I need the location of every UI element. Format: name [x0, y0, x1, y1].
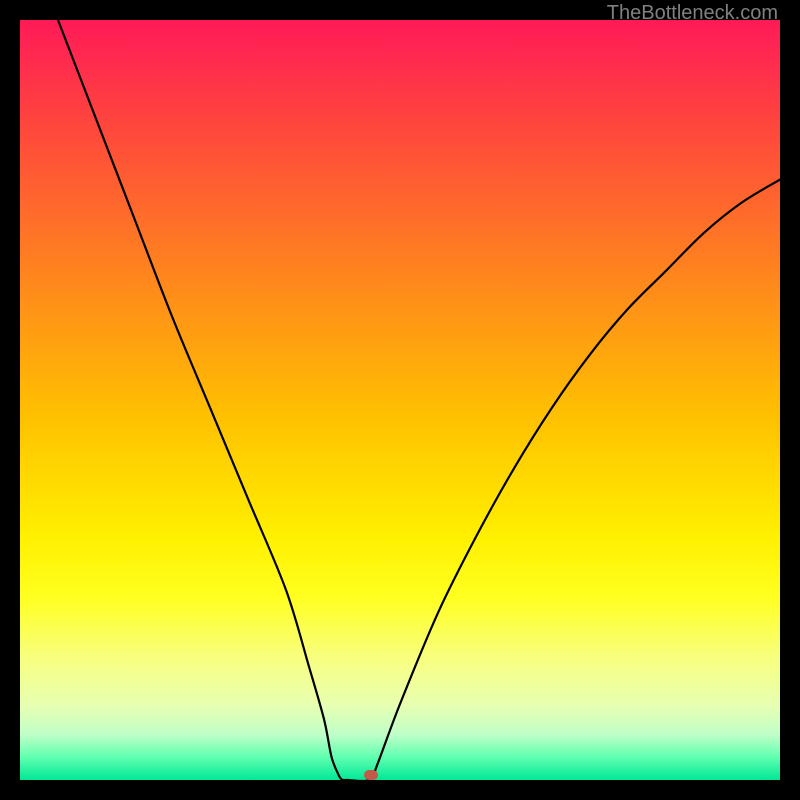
- bottleneck-curve: [58, 20, 780, 780]
- chart-container: TheBottleneck.com: [0, 0, 800, 800]
- curve-svg: [20, 20, 780, 780]
- plot-area: [20, 20, 780, 780]
- bottleneck-marker: [364, 770, 378, 780]
- watermark-text: TheBottleneck.com: [607, 2, 778, 25]
